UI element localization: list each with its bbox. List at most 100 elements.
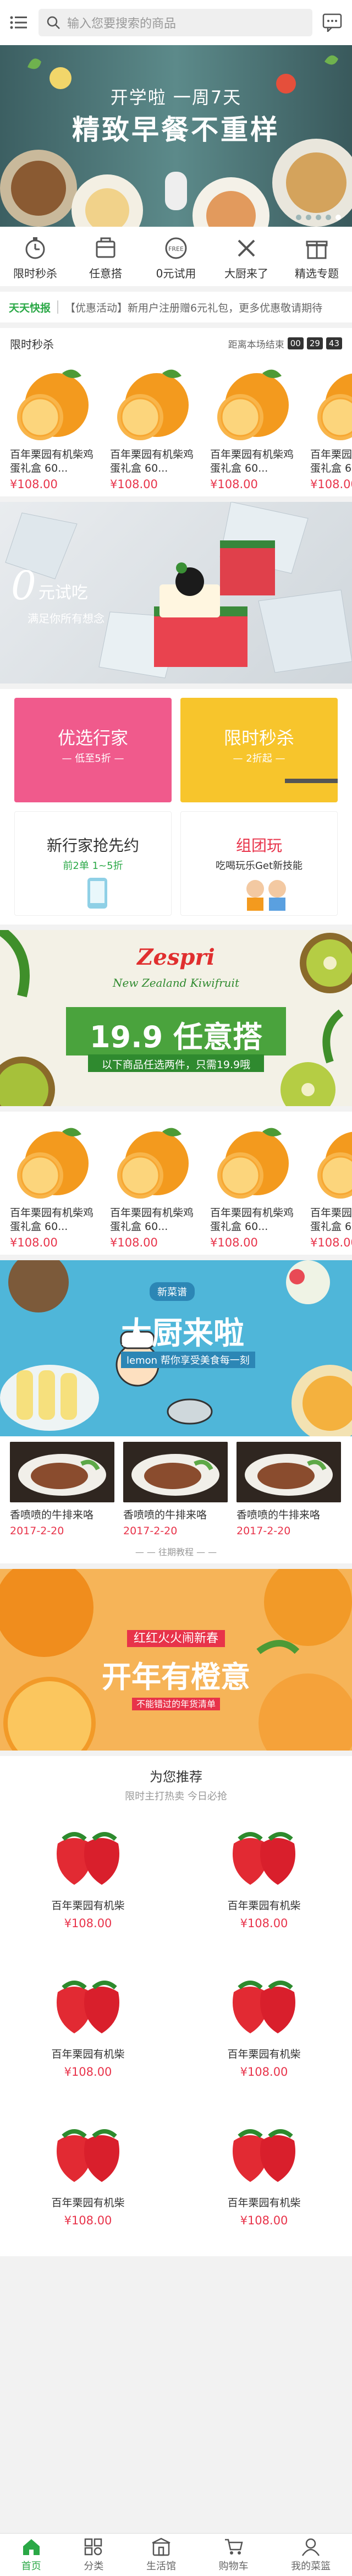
strawberry-image xyxy=(233,1832,295,1885)
carousel-dot[interactable] xyxy=(316,215,321,220)
strawberry-image xyxy=(233,1981,295,2033)
recommend-subtitle: 限时主打热卖 今日必抢 xyxy=(125,1791,227,1802)
recommend-card[interactable]: 百年栗园有机柴 ¥108.00 xyxy=(0,1959,176,2108)
product-card[interactable]: 百年栗园有机柴鸡蛋礼盒 60... ¥108.00 xyxy=(110,1120,204,1249)
orange-image xyxy=(110,1120,204,1203)
recommend-name: 百年栗园有机柴 xyxy=(227,2197,301,2209)
tab-life[interactable]: 生活馆 xyxy=(146,2537,176,2573)
product-price: ¥108.00 xyxy=(310,1236,352,1249)
nav-flash-sale[interactable]: 限时秒杀 xyxy=(5,236,65,281)
orange-subtitle: 不能错过的年货清单 xyxy=(131,1698,220,1710)
flash-sale-products[interactable]: 百年栗园有机柴鸡蛋礼盒 60... ¥108.00 百年栗园有机柴鸡蛋礼盒 60… xyxy=(0,359,352,496)
bottom-tab-bar: 首页 分类 生活馆 购物车 我的菜篮 xyxy=(0,2533,352,2576)
tile-title: 限时秒杀 xyxy=(223,728,294,748)
orange-image xyxy=(210,362,304,445)
carousel-dot[interactable] xyxy=(296,215,301,220)
recommend-grid: 百年栗园有机柴 ¥108.00 百年栗园有机柴 ¥108.00 百年栗园有机柴 … xyxy=(0,1811,352,2256)
product-price: ¥108.00 xyxy=(10,1236,58,1249)
orange-image xyxy=(10,1120,103,1203)
product-name: 百年栗园有机柴鸡蛋礼盒 60... xyxy=(110,1207,194,1233)
countdown-minutes: 29 xyxy=(306,337,323,349)
top-bar: 输入您要搜索的商品 xyxy=(0,0,352,45)
nav-label: 任意搭 xyxy=(89,266,122,280)
orange-image xyxy=(310,1120,352,1203)
nav-any-combo[interactable]: 任意搭 xyxy=(75,236,136,281)
news-tag: 天天快报 xyxy=(9,302,51,314)
chef-banner[interactable]: 新菜谱 大厨来啦 lemon 帮你享受美食每一刻 xyxy=(0,1260,352,1436)
product-card[interactable]: 百年栗园有机柴鸡蛋礼盒 60... ¥108.00 xyxy=(310,362,352,491)
carousel-dot[interactable] xyxy=(306,215,311,220)
product-price: ¥108.00 xyxy=(210,478,258,491)
recommend-card[interactable]: 百年栗园有机柴 ¥108.00 xyxy=(176,1811,352,1959)
search-placeholder: 输入您要搜索的商品 xyxy=(67,17,177,31)
product-name: 百年栗园有机柴鸡蛋礼盒 60... xyxy=(210,1207,294,1233)
product-price: ¥108.00 xyxy=(210,1236,258,1249)
banner-subtitle: 开学啦 一周7天 xyxy=(110,87,242,108)
recipe-date: 2017-2-20 xyxy=(10,1525,64,1537)
kiwi-combo-products[interactable]: 百年栗园有机柴鸡蛋礼盒 60... ¥108.00 百年栗园有机柴鸡蛋礼盒 60… xyxy=(0,1112,352,1255)
orange-image xyxy=(210,1120,304,1203)
pencil-decoration xyxy=(285,779,338,783)
flash-sale-header: 限时秒杀 距离本场结束 00 29 43 xyxy=(0,328,352,359)
nav-chef[interactable]: 大厨来了 xyxy=(216,236,277,281)
divider xyxy=(57,300,59,314)
phone-icon xyxy=(87,878,107,909)
product-name: 百年栗园有机柴鸡蛋礼盒 60... xyxy=(110,449,194,474)
recommend-price: ¥108.00 xyxy=(240,1917,288,1930)
promo-grid: 优选行家 — 低至5折 — 限时秒杀 — 2折起 — 新行家抢先约 前2单 1~… xyxy=(0,689,352,925)
recipe-card[interactable]: 香喷喷的牛排来咯 2017-2-20 xyxy=(10,1442,114,1537)
orange-banner[interactable]: 红红火火闹新春 开年有橙意 不能错过的年货清单 xyxy=(0,1569,352,1751)
orange-image xyxy=(110,362,204,445)
product-price: ¥108.00 xyxy=(110,478,158,491)
tile-subtitle: — 2折起 — xyxy=(233,753,285,764)
countdown: 距离本场结束 00 29 43 xyxy=(228,337,342,351)
news-ticker[interactable]: 天天快报 【优惠活动】新用户注册赠6元礼包，更多优惠敬请期待 xyxy=(0,292,352,322)
promo-tile-group[interactable]: 组团玩 吃喝玩乐Get新技能 xyxy=(180,811,338,916)
menu-icon[interactable] xyxy=(10,15,29,30)
nav-featured[interactable]: 精选专题 xyxy=(287,236,347,281)
search-bar[interactable]: 输入您要搜索的商品 xyxy=(38,9,312,36)
past-tutorials-link[interactable]: — — 往期教程 — — xyxy=(0,1543,352,1563)
recommend-card[interactable]: 百年栗园有机柴 ¥108.00 xyxy=(0,2108,176,2256)
free-trial-banner[interactable]: 0 元试吃 满足你所有想念 xyxy=(0,502,352,683)
recommend-name: 百年栗园有机柴 xyxy=(227,2048,301,2060)
promo-tile-expert[interactable]: 优选行家 — 低至5折 — xyxy=(14,698,172,802)
orange-image xyxy=(10,362,103,445)
product-card[interactable]: 百年栗园有机柴鸡蛋礼盒 60... ¥108.00 xyxy=(10,362,103,491)
category-icon xyxy=(84,2537,103,2556)
product-card[interactable]: 百年栗园有机柴鸡蛋礼盒 60... ¥108.00 xyxy=(310,1120,352,1249)
tab-cart[interactable]: 购物车 xyxy=(219,2537,249,2573)
product-card[interactable]: 百年栗园有机柴鸡蛋礼盒 60... ¥108.00 xyxy=(210,362,304,491)
tab-home[interactable]: 首页 xyxy=(21,2537,41,2573)
recommend-name: 百年栗园有机柴 xyxy=(51,2197,125,2209)
kiwi-banner[interactable]: Zespri New Zealand Kiwifruit 19.9 任意搭 以下… xyxy=(0,930,352,1106)
recipe-card[interactable]: 香喷喷的牛排来咯 2017-2-20 xyxy=(237,1442,341,1537)
recommend-card[interactable]: 百年栗园有机柴 ¥108.00 xyxy=(0,1811,176,1959)
recommend-card[interactable]: 百年栗园有机柴 ¥108.00 xyxy=(176,2108,352,2256)
promo-tile-reserve[interactable]: 新行家抢先约 前2单 1~5折 xyxy=(14,811,172,916)
orange-tag-wrap: 红红火火闹新春 xyxy=(0,1628,352,1647)
nav-label: 限时秒杀 xyxy=(13,266,57,280)
nav-free-trial[interactable]: FREE 0元试用 xyxy=(146,236,206,281)
recipe-title: 香喷喷的牛排来咯 xyxy=(123,1509,207,1521)
user-icon xyxy=(301,2537,321,2556)
recommend-card[interactable]: 百年栗园有机柴 ¥108.00 xyxy=(176,1959,352,2108)
tab-profile[interactable]: 我的菜篮 xyxy=(291,2537,331,2573)
trial-text: 0 元试吃 xyxy=(11,566,88,605)
carousel-dot[interactable] xyxy=(326,215,331,220)
product-name: 百年栗园有机柴鸡蛋礼盒 60... xyxy=(310,449,352,474)
message-icon[interactable] xyxy=(322,13,342,32)
promo-tile-flash[interactable]: 限时秒杀 — 2折起 — xyxy=(180,698,338,802)
chef-tools-icon xyxy=(234,236,258,260)
breakfast-banner[interactable]: 开学啦 一周7天 精致早餐不重样 xyxy=(0,45,352,227)
countdown-label: 距离本场结束 xyxy=(228,339,284,351)
product-card[interactable]: 百年栗园有机柴鸡蛋礼盒 60... ¥108.00 xyxy=(210,1120,304,1249)
carousel-dot-active[interactable] xyxy=(336,215,341,220)
recipe-card[interactable]: 香喷喷的牛排来咯 2017-2-20 xyxy=(123,1442,228,1537)
product-name: 百年栗园有机柴鸡蛋礼盒 60... xyxy=(10,1207,94,1233)
product-card[interactable]: 百年栗园有机柴鸡蛋礼盒 60... ¥108.00 xyxy=(110,362,204,491)
product-card[interactable]: 百年栗园有机柴鸡蛋礼盒 60... ¥108.00 xyxy=(10,1120,103,1249)
tab-label: 生活馆 xyxy=(146,2560,176,2572)
tab-category[interactable]: 分类 xyxy=(84,2537,103,2573)
recipe-title: 香喷喷的牛排来咯 xyxy=(10,1509,94,1521)
